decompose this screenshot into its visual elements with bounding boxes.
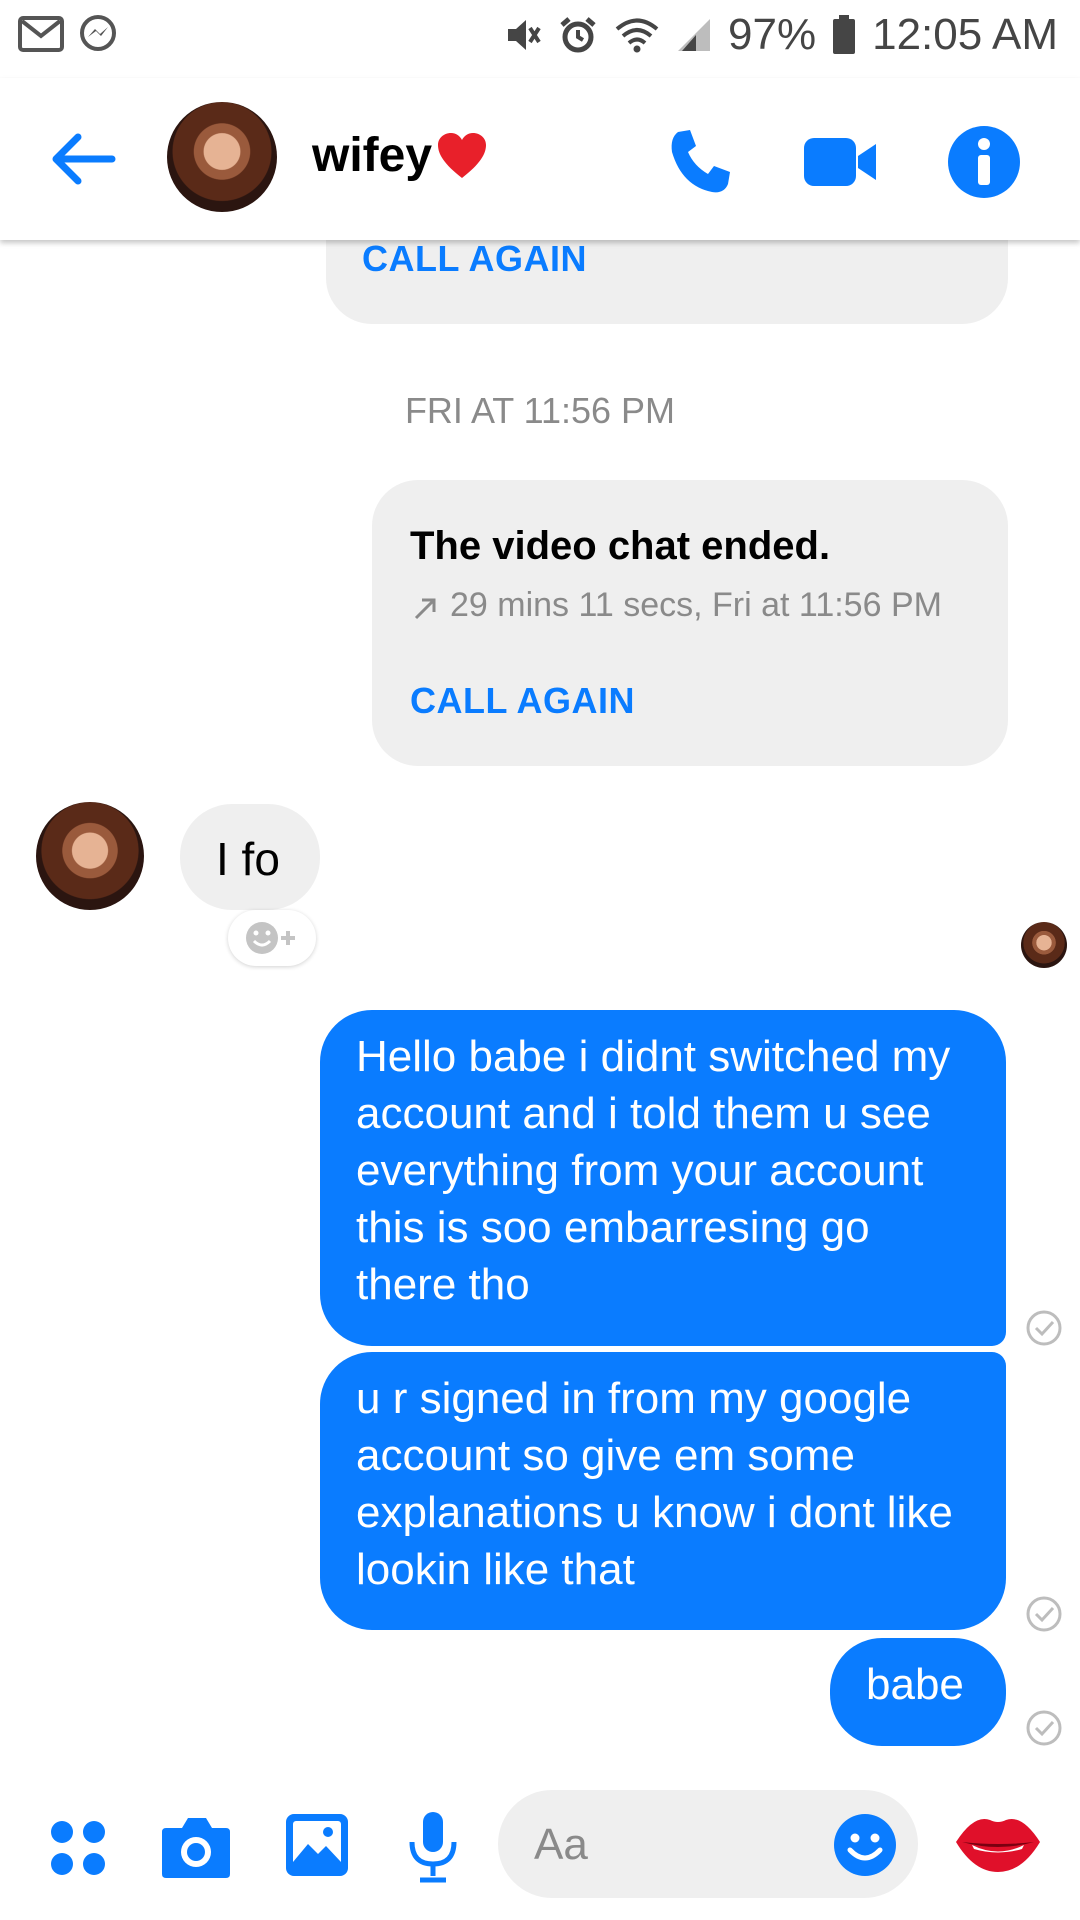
call-card: The video chat ended. 29 mins 11 secs, F… — [372, 480, 1008, 766]
call-card-title: The video chat ended. — [410, 524, 831, 568]
apps-icon[interactable] — [48, 1818, 108, 1878]
red-heart-emoji-icon — [438, 132, 487, 178]
wifi-icon — [615, 18, 659, 53]
message-composer: Aa — [0, 1770, 1080, 1920]
outgoing-message-bubble[interactable]: babe — [830, 1638, 1006, 1746]
sent-check-icon — [1026, 1710, 1062, 1746]
video-camera-icon[interactable] — [800, 122, 880, 202]
call-card-meta: 29 mins 11 secs, Fri at 11:56 PM — [450, 586, 942, 624]
mute-icon — [508, 20, 541, 50]
status-bar: 97% 12:05 AM — [0, 0, 1080, 78]
sent-check-icon — [1026, 1596, 1062, 1632]
back-arrow-icon[interactable] — [46, 122, 120, 196]
conversation-title[interactable]: wifey — [312, 128, 488, 183]
sender-avatar[interactable] — [36, 802, 144, 910]
outgoing-message-bubble[interactable]: u r signed in from my google account so … — [320, 1352, 1006, 1630]
messenger-icon — [80, 15, 116, 51]
battery-icon — [833, 15, 856, 54]
call-again-button[interactable]: CALL AGAIN — [410, 680, 635, 722]
outgoing-message-bubble[interactable]: Hello babe i didnt switched my account a… — [320, 1010, 1006, 1346]
gallery-icon[interactable] — [284, 1812, 350, 1878]
add-reaction-button[interactable] — [228, 910, 316, 966]
alarm-icon — [560, 17, 596, 53]
gmail-icon — [18, 16, 64, 52]
clock: 12:05 AM — [872, 10, 1058, 59]
call-again-button[interactable]: CALL AGAIN — [362, 238, 587, 280]
battery-percentage: 97% — [728, 10, 817, 59]
phone-icon[interactable] — [660, 122, 740, 202]
message-input[interactable]: Aa — [498, 1790, 918, 1898]
camera-icon[interactable] — [160, 1814, 232, 1880]
message-timestamp: FRI AT 11:56 PM — [404, 390, 676, 431]
incoming-message-bubble[interactable]: I fo — [180, 804, 320, 910]
conversation-header: wifey — [0, 78, 1080, 240]
add-reaction-icon — [246, 922, 295, 954]
contact-avatar[interactable] — [167, 102, 277, 212]
lips-icon[interactable] — [952, 1812, 1044, 1874]
microphone-icon[interactable] — [406, 1810, 460, 1884]
incoming-message-text: I fo — [216, 833, 280, 885]
signal-icon — [678, 19, 711, 51]
emoji-icon[interactable] — [832, 1812, 898, 1878]
message-input-placeholder: Aa — [534, 1820, 588, 1869]
outgoing-call-arrow-icon — [414, 598, 436, 620]
sent-check-icon — [1026, 1310, 1062, 1346]
seen-avatar — [1021, 922, 1067, 968]
contact-name: wifey — [312, 129, 433, 182]
info-icon[interactable] — [944, 122, 1024, 202]
